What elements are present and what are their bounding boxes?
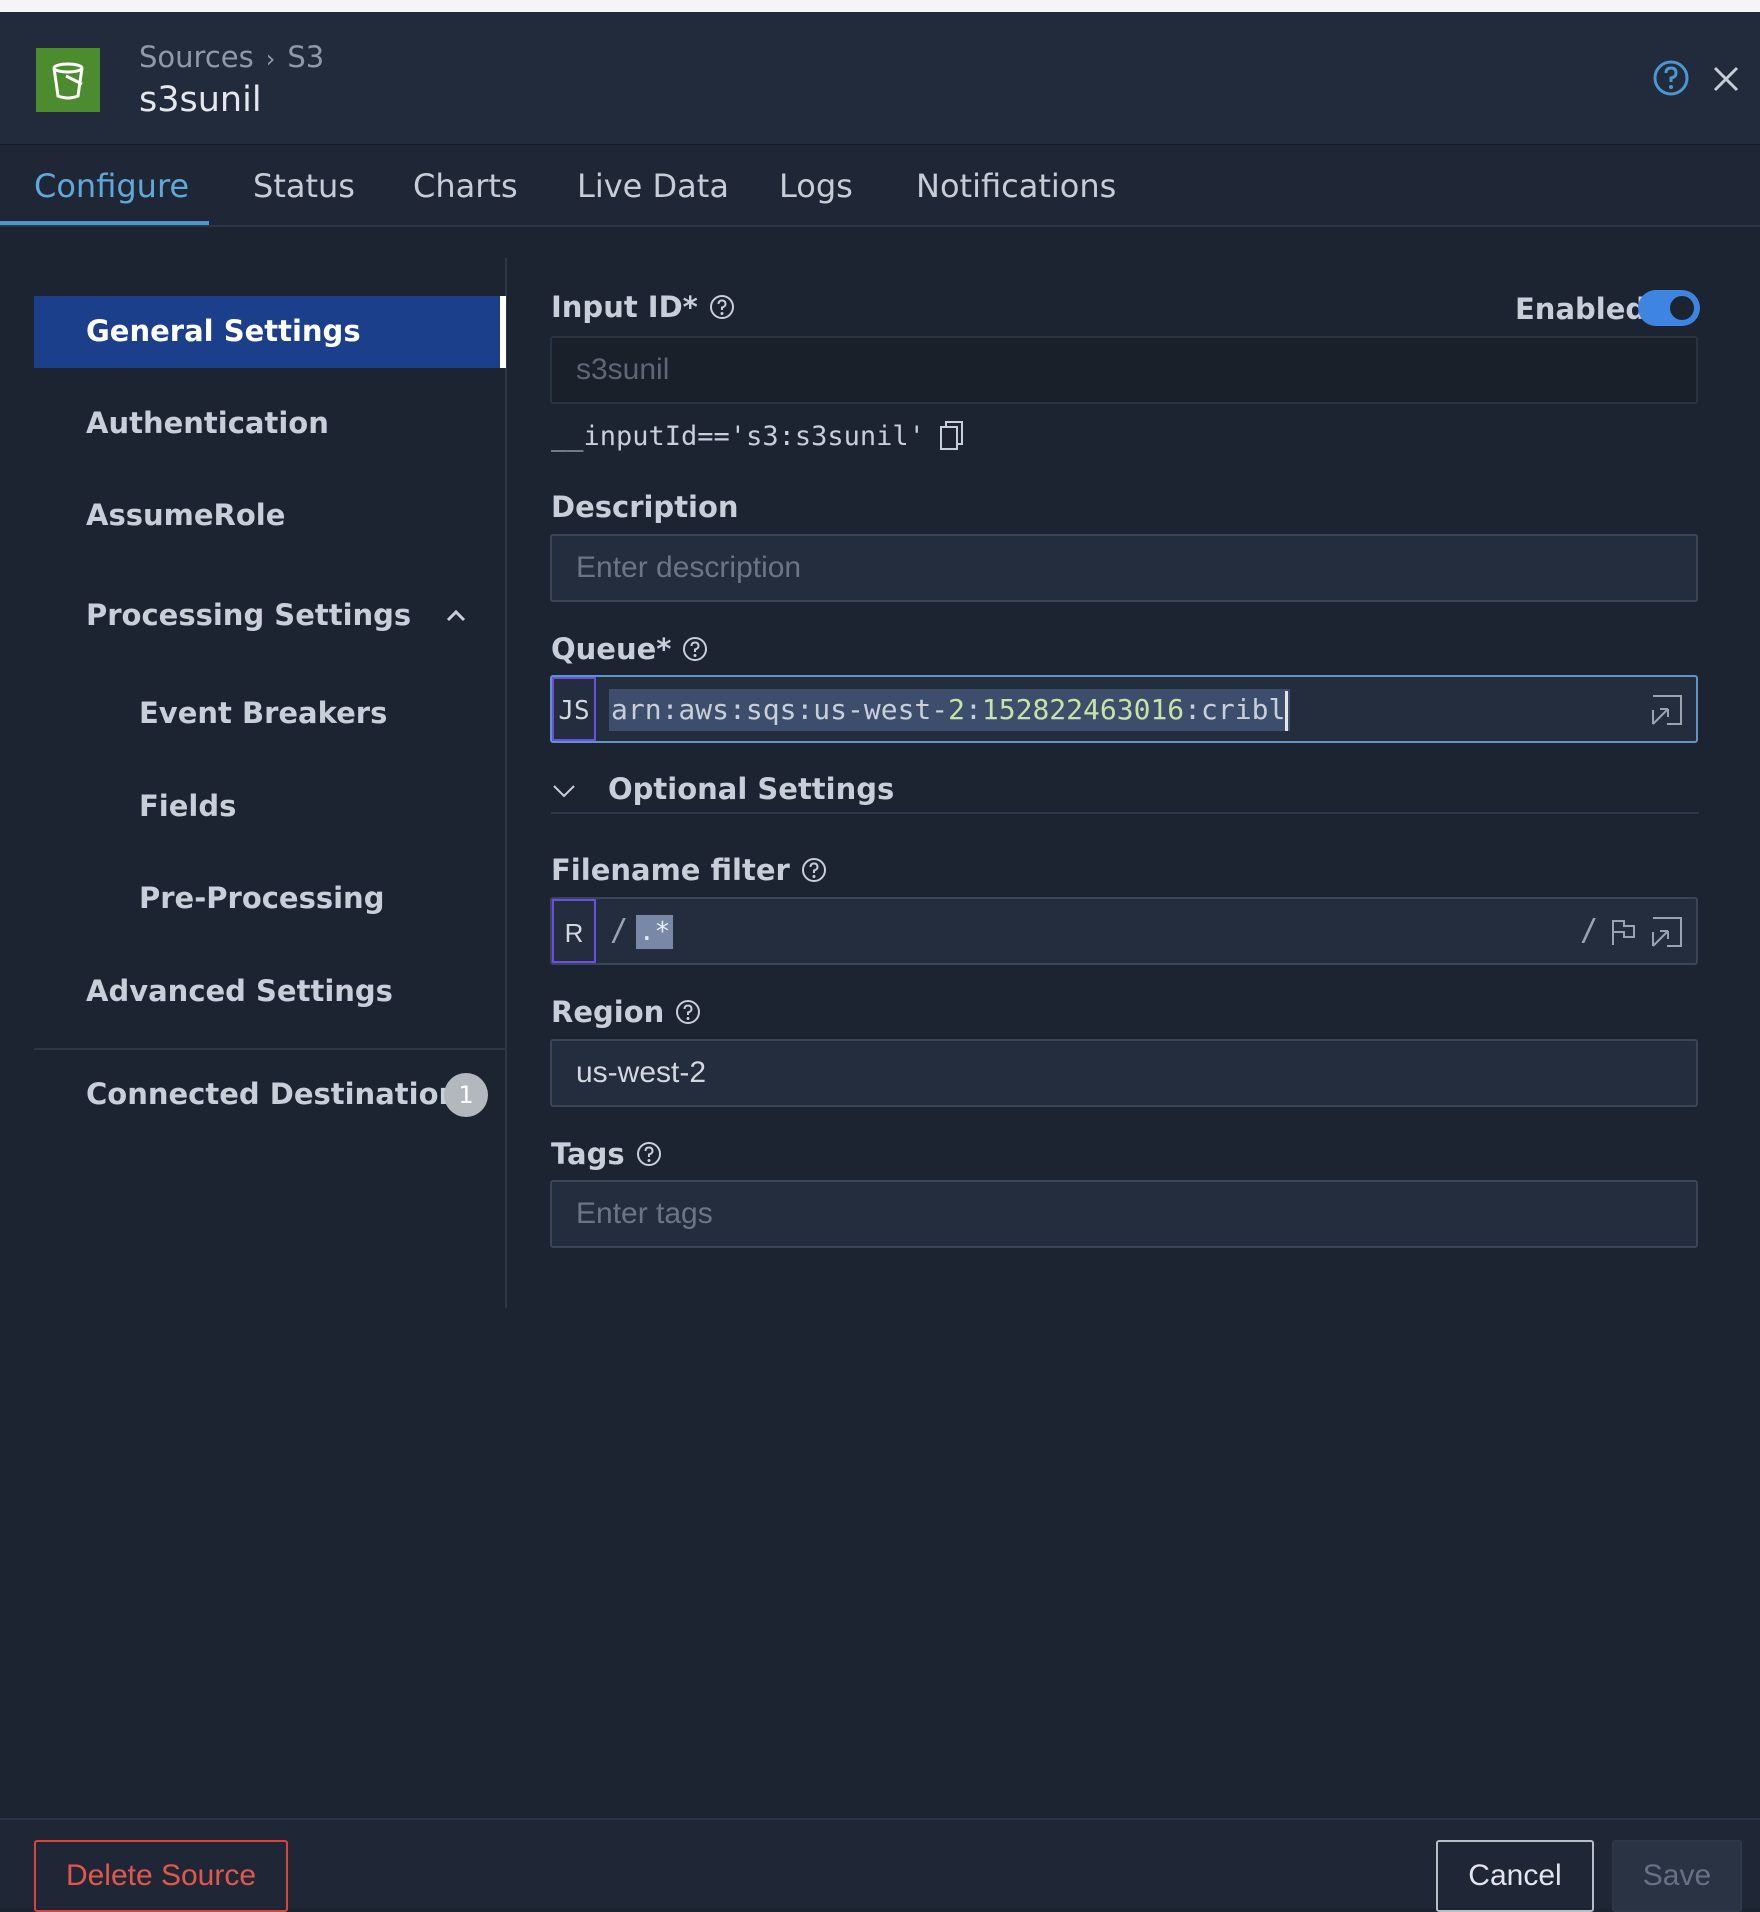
help-icon[interactable] [681,635,709,663]
help-icon[interactable] [708,293,736,321]
input-id-input [552,338,1696,402]
tab-live-data[interactable]: Live Data [577,167,729,205]
breadcrumb: Sources › S3 [139,40,324,74]
tab-bar: Configure Status Charts Live Data Logs N… [0,145,1760,227]
modal-footer: Delete Source Cancel Save [0,1818,1760,1912]
delete-source-button[interactable]: Delete Source [34,1840,288,1912]
queue-field[interactable]: JS arn:aws:sqs:us-west-2:152822463016:cr… [550,675,1698,743]
description-label-text: Description [551,490,739,524]
regex-close-delimiter: / [1580,913,1599,948]
js-mode-toggle[interactable]: JS [552,677,596,741]
active-tab-indicator [0,221,209,225]
modal-header: Sources › S3 s3sunil [0,12,1760,145]
optional-settings-label: Optional Settings [608,772,895,806]
filename-filter-label: Filename filter [551,853,828,887]
close-icon[interactable] [1707,60,1745,98]
breadcrumb-s3[interactable]: S3 [287,40,324,74]
sidebar-item-fields[interactable]: Fields [139,789,236,823]
chevron-down-icon [553,785,575,798]
help-icon[interactable] [635,1140,663,1168]
region-label: Region [551,995,702,1029]
toggle-knob [1670,296,1694,320]
tab-logs[interactable]: Logs [779,167,853,205]
sidebar-item-pre-processing[interactable]: Pre-Processing [139,881,384,915]
sidebar-divider [34,1048,506,1050]
chevron-up-icon[interactable] [442,606,470,626]
regex-input[interactable]: .* [636,915,674,949]
queue-value-part: 2 [948,693,966,726]
filename-filter-label-text: Filename filter [551,853,790,887]
sidebar-item-general-settings[interactable]: General Settings [34,296,506,368]
sidebar-item-event-breakers[interactable]: Event Breakers [139,696,387,730]
queue-value-part: : [965,693,982,726]
cancel-button[interactable]: Cancel [1436,1840,1594,1912]
regex-open-delimiter: / [610,913,629,948]
description-input[interactable] [552,536,1696,600]
tags-label: Tags [551,1137,663,1171]
s3-bucket-icon [36,48,100,112]
count-badge: 1 [444,1073,488,1117]
tab-notifications[interactable]: Notifications [916,167,1116,205]
queue-value-part: 152822463016 [981,693,1185,726]
expand-editor-icon[interactable] [1650,915,1684,949]
page-title: s3sunil [139,80,262,120]
queue-code-input[interactable]: arn:aws:sqs:us-west-2:152822463016:cribl [609,689,1291,731]
sidebar-item-label: General Settings [86,314,361,348]
filename-filter-field[interactable]: R / .* / [550,897,1698,965]
save-button[interactable]: Save [1612,1840,1742,1912]
queue-value-part: arn:aws:sqs:us-west- [611,693,949,726]
window-top-strip [0,0,1760,12]
breadcrumb-separator: › [265,45,276,73]
tags-input[interactable] [552,1182,1696,1246]
queue-value-part: :cribl [1184,693,1286,726]
input-id-label: Input ID* [551,290,736,324]
optional-settings-toggle[interactable]: Optional Settings [551,772,1699,814]
sidebar-item-assumerole[interactable]: AssumeRole [86,498,285,532]
copy-icon[interactable] [939,420,965,452]
region-select[interactable] [552,1041,1696,1105]
expand-editor-icon[interactable] [1650,693,1684,727]
breadcrumb-sources[interactable]: Sources [139,40,254,74]
tab-status[interactable]: Status [253,167,355,205]
tab-charts[interactable]: Charts [413,167,518,205]
regex-flags-icon[interactable] [1608,917,1638,947]
sidebar-item-connected-destinations[interactable]: Connected Destinations [86,1077,476,1111]
settings-sidebar: General Settings Authentication AssumeRo… [0,258,507,1308]
region-label-text: Region [551,995,665,1029]
text-caret [1285,691,1289,731]
enabled-label: Enabled [1515,292,1647,326]
help-icon[interactable] [800,856,828,884]
queue-label: Queue* [551,632,709,666]
queue-label-text: Queue* [551,632,672,666]
tags-label-text: Tags [551,1137,625,1171]
input-id-expression-text: __inputId=='s3:s3sunil' [551,420,925,452]
sidebar-item-processing-settings[interactable]: Processing Settings [86,598,411,632]
sidebar-item-authentication[interactable]: Authentication [86,406,329,440]
sidebar-item-advanced-settings[interactable]: Advanced Settings [86,974,393,1008]
enabled-toggle[interactable] [1638,290,1700,326]
description-field[interactable] [550,534,1698,602]
description-label: Description [551,490,739,524]
help-icon[interactable] [1651,58,1691,98]
input-id-field [550,336,1698,404]
input-id-expression: __inputId=='s3:s3sunil' [551,420,965,452]
help-icon[interactable] [674,998,702,1026]
input-id-label-text: Input ID* [551,290,698,324]
tags-field[interactable] [550,1180,1698,1248]
tab-configure[interactable]: Configure [34,167,189,205]
regex-mode-toggle[interactable]: R [552,899,596,963]
region-field[interactable] [550,1039,1698,1107]
